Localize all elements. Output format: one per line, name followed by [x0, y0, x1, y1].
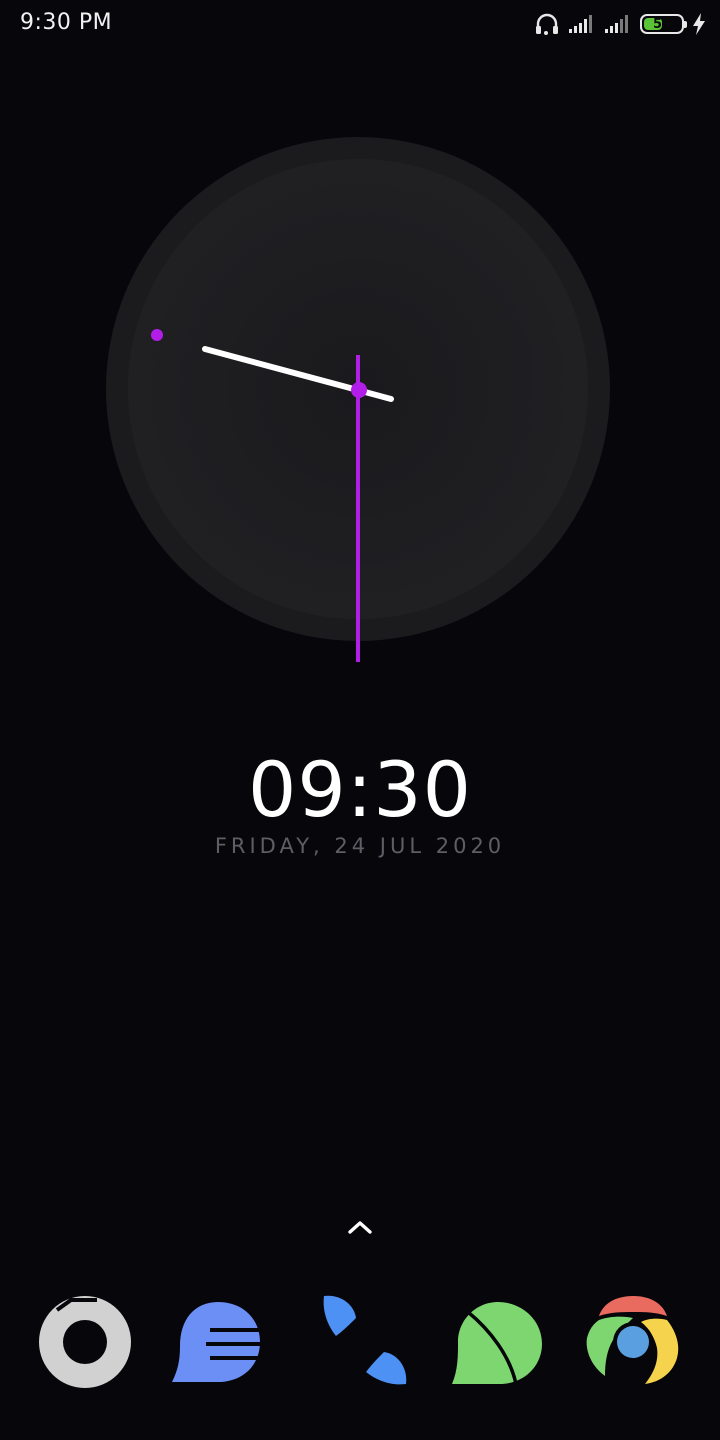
digital-clock: 09:30 FRIDAY, 24 JUL 2020: [0, 745, 720, 859]
digital-time: 09:30: [247, 745, 473, 834]
browser-icon[interactable]: [450, 1290, 550, 1390]
lock-screen: 9:30 PM 55 09:30 FRIDAY, 24 JUL 2020: [0, 0, 720, 1440]
phone-icon[interactable]: [310, 1290, 410, 1390]
date-label: FRIDAY, 24 JUL 2020: [214, 834, 506, 858]
chevron-up-icon[interactable]: [345, 1214, 375, 1240]
analog-clock: [106, 137, 610, 662]
second-marker-dot: [151, 329, 163, 341]
clock-center-pin: [351, 382, 367, 398]
chrome-icon[interactable]: [583, 1290, 683, 1390]
messages-icon[interactable]: [168, 1290, 268, 1390]
app-dock: [0, 1290, 720, 1400]
camera-icon[interactable]: [35, 1290, 135, 1390]
